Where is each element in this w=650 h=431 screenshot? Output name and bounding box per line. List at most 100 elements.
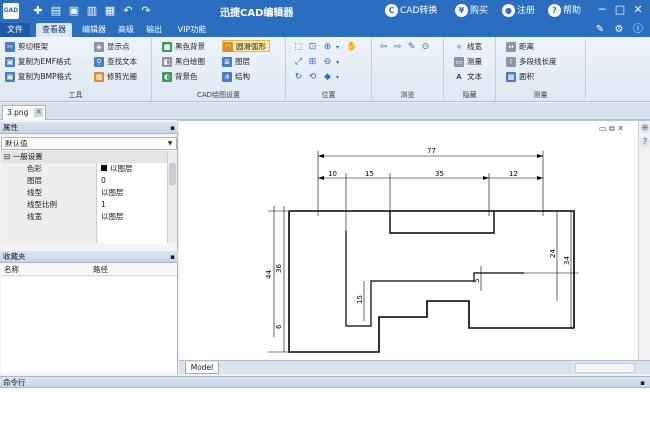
property-name: 图层 [1,175,97,187]
drawing-canvas[interactable]: ▭ ⧉ ✕ ⊕ ? 77 10 15 35 12 44 36 6 15 5 24… [179,120,650,361]
show-points-button[interactable]: ◈ 显示点 [94,41,130,53]
zoom-in-dropdown-icon[interactable]: ▾ [332,42,343,53]
rotate-icon[interactable]: ↻ [293,72,304,83]
background-icon: ■ [162,42,172,52]
structure-button[interactable]: ⋔ 结构 [222,71,250,83]
document-tab[interactable]: 3.png ✕ [2,105,46,120]
tab-advanced[interactable]: 高级 [114,23,138,37]
property-row-linetype-scale[interactable]: 线型比例 1 [1,199,167,211]
area-button[interactable]: ▩ 面积 [506,71,534,83]
lineweight-button[interactable]: + 线宽 [454,41,482,53]
undo-icon[interactable]: ↶ [120,3,136,19]
yen-icon: ¥ [455,4,468,17]
zoom-out-dropdown-icon[interactable]: ▾ [332,57,343,68]
zoom-window-icon[interactable]: ⬚ [293,42,304,53]
pin-icon[interactable]: ▪ [170,251,175,263]
points-icon: ◈ [94,42,104,52]
question-icon: ? [548,4,561,17]
minimize-button[interactable]: ─ [594,2,610,18]
property-value: 以图层 [98,163,167,175]
refresh-icon[interactable]: ⟲ [307,72,318,83]
distance-button[interactable]: ↔ 距离 [506,41,534,53]
arrowhead [318,176,324,180]
black-background-label: 黑色背景 [175,42,205,51]
new-icon[interactable]: ✚ [30,3,46,19]
back-arrow-icon[interactable]: ⇦ [378,42,389,53]
user-icon: ● [502,4,515,17]
dim-77: 77 [427,147,436,155]
property-value: 以图层 [98,211,167,223]
property-value-blank [98,223,167,243]
tab-output[interactable]: 输出 [142,23,166,37]
forward-arrow-icon[interactable]: ⇨ [392,42,403,53]
black-white-button[interactable]: ◧ 黑白绘图 [162,56,205,68]
save-icon[interactable]: ▣ [66,3,82,19]
smooth-arc-button[interactable]: ◠ 圆滑弧形 [222,40,270,52]
property-name: 线型比例 [1,199,97,211]
close-button[interactable]: ✕ [630,2,646,18]
arrowhead [483,176,489,180]
trim-raster-button[interactable]: ▦ 修剪光栅 [94,71,137,83]
zoom-select-icon[interactable]: ⊡ [307,42,318,53]
layers-button[interactable]: ≣ 图层 [222,56,250,68]
command-line-input[interactable] [0,388,650,431]
property-value: 1 [98,199,167,211]
black-background-button[interactable]: ■ 黑色背景 [162,41,205,53]
buy-button[interactable]: ¥ 购买 [455,3,488,19]
maximize-button[interactable]: □ [612,2,628,18]
model-tab[interactable]: Model [185,362,219,374]
property-group-general[interactable]: ⊟ 一般设置 [1,151,167,163]
skin-icon[interactable]: ✎ [593,23,607,36]
tab-editor[interactable]: 编辑器 [78,23,110,37]
help-button[interactable]: ? 帮助 [548,3,581,19]
properties-combo[interactable]: 默认值 ▼ [1,137,177,150]
view-dropdown-icon[interactable]: ▾ [332,72,343,83]
property-row-layer[interactable]: 图层 0 [1,175,167,187]
register-button[interactable]: ● 注册 [502,3,535,19]
tab-vip[interactable]: VIP功能 [172,23,212,37]
file-menu[interactable]: 文件 [0,23,30,37]
zoom-in-icon[interactable]: ⊕ [640,123,650,133]
plus-icon: + [456,43,462,51]
polyline-length-button[interactable]: ⌇ 多段线长度 [506,56,557,68]
column-path-header[interactable]: 路径 [93,264,108,276]
fit-icon[interactable]: ⤢ [293,57,304,68]
print-icon[interactable]: ▦ [102,3,118,19]
properties-icon[interactable]: ⊙ [420,42,431,53]
group-label: ⊟ 一般设置 [1,151,167,163]
combo-value: 默认值 [5,139,28,148]
pin-icon[interactable]: ▪ [170,122,175,134]
position-group: ⬚ ⊡ ⊕ ▾ ✋ ⤢ ⊞ ⊖ ▾ ↻ ⟲ ◆ ▾ 位置 [286,37,372,102]
open-folder-icon[interactable]: ▤ [48,3,64,19]
save-as-icon[interactable]: ▥ [84,3,100,19]
edit-icon[interactable]: ✎ [406,42,417,53]
copy-bmp-button[interactable]: ▣ 复制为BMP格式 [5,71,72,83]
property-row-lineweight[interactable]: 线宽 以图层 [1,211,167,223]
close-tab-icon[interactable]: ✕ [34,108,43,117]
redo-icon[interactable]: ↷ [138,3,154,19]
cad-convert-button[interactable]: C CAD转换 [385,3,437,19]
property-row-linetype[interactable]: 线型 以图层 [1,187,167,199]
command-line-header: 命令行 ▪ [0,376,650,388]
measure-toggle-button[interactable]: ▭ 测量 [454,56,482,68]
column-name-header[interactable]: 名称 [4,264,19,276]
background-color-button[interactable]: ◐ 背景色 [162,71,198,83]
properties-scrollbar[interactable] [167,151,177,243]
settings-icon[interactable]: ⚙ [612,23,626,36]
horizontal-scrollbar[interactable] [575,363,635,373]
tab-viewer[interactable]: 查看器 [36,23,72,37]
color-swatch-icon [101,165,107,171]
help-icon[interactable]: ? [640,137,650,147]
clip-frame-button[interactable]: ✂ 剪切框架 [5,41,48,53]
info-icon[interactable]: ⓘ [631,23,645,36]
property-row-color[interactable]: 色彩 以图层 [1,163,167,175]
scrollbar-thumb[interactable] [169,163,176,185]
layers-label: 图层 [235,57,250,66]
pan-hand-icon[interactable]: ✋ [346,42,357,53]
favorites-list[interactable] [1,277,177,373]
copy-emf-button[interactable]: ▣ 复制为EMF格式 [5,56,71,68]
text-toggle-button[interactable]: A 文本 [454,71,482,83]
cad-convert-label: CAD转换 [400,6,438,16]
find-text-button[interactable]: ⚲ 查找文本 [94,56,137,68]
extents-icon[interactable]: ⊞ [307,57,318,68]
